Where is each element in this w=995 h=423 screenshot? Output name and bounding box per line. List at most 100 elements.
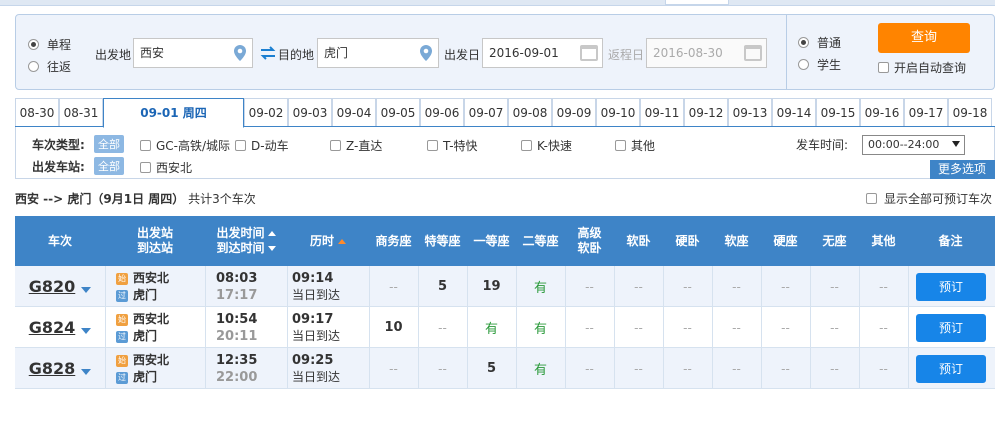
more-options-button[interactable]: 更多选项 bbox=[930, 160, 995, 179]
depart-date-input[interactable]: 2016-09-01 bbox=[482, 38, 603, 68]
from-station-name[interactable]: 西安北 bbox=[133, 311, 169, 328]
date-tab[interactable]: 09-01 周四 bbox=[103, 98, 244, 128]
swap-icon[interactable] bbox=[259, 45, 277, 61]
date-tab[interactable]: 09-12 bbox=[684, 98, 728, 126]
header-duration[interactable]: 历时 bbox=[287, 216, 369, 266]
seat-cell: -- bbox=[663, 307, 712, 348]
other-checkbox[interactable] bbox=[615, 140, 626, 151]
trip-round-option[interactable]: 往返 bbox=[28, 55, 71, 77]
book-button[interactable]: 预订 bbox=[916, 355, 986, 383]
auto-query-option[interactable]: 开启自动查询 bbox=[878, 59, 966, 76]
to-station-name[interactable]: 虎门 bbox=[133, 369, 157, 386]
date-tab[interactable]: 09-11 bbox=[640, 98, 684, 126]
header-arr-time-wrap[interactable]: 到达时间 bbox=[216, 241, 276, 256]
pass-badge-icon: 过 bbox=[116, 371, 128, 384]
gc-checkbox[interactable] bbox=[140, 140, 151, 151]
train-number-link[interactable]: G824 bbox=[29, 318, 76, 337]
date-tab[interactable]: 09-16 bbox=[860, 98, 904, 126]
book-button[interactable]: 预订 bbox=[916, 314, 986, 342]
passenger-student-option[interactable]: 学生 bbox=[798, 53, 841, 75]
all-types-button[interactable]: 全部 bbox=[94, 135, 124, 153]
date-tab[interactable]: 09-10 bbox=[596, 98, 640, 126]
header-seat-label: 一等座 bbox=[473, 233, 510, 248]
calendar-icon[interactable] bbox=[744, 45, 762, 61]
show-all-option[interactable]: 显示全部可预订车次 bbox=[866, 190, 992, 207]
filter-station-xian-north[interactable]: 西安北 bbox=[140, 159, 192, 176]
to-station-name[interactable]: 虎门 bbox=[133, 287, 157, 304]
sort-down-icon[interactable] bbox=[267, 246, 276, 251]
date-tab[interactable]: 09-08 bbox=[508, 98, 552, 126]
from-input[interactable]: 西安 bbox=[133, 38, 253, 68]
date-tab[interactable]: 09-15 bbox=[816, 98, 860, 126]
location-pin-icon[interactable] bbox=[233, 44, 247, 62]
train-number-link[interactable]: G820 bbox=[29, 277, 76, 296]
d-checkbox[interactable] bbox=[235, 140, 246, 151]
date-tab[interactable]: 09-07 bbox=[464, 98, 508, 126]
header-dep-time-wrap[interactable]: 出发时间 bbox=[216, 226, 276, 241]
filter-t[interactable]: T-特快 bbox=[427, 137, 478, 154]
depart-time-select[interactable]: 00:00--24:00 bbox=[862, 135, 965, 155]
z-checkbox[interactable] bbox=[330, 140, 341, 151]
filter-gc[interactable]: GC-高铁/城际 bbox=[140, 137, 230, 154]
from-station: 始西安北 bbox=[116, 311, 169, 328]
header-seat: 二等座 bbox=[516, 216, 565, 266]
filter-z[interactable]: Z-直达 bbox=[330, 137, 382, 154]
chevron-down-icon[interactable] bbox=[81, 327, 92, 334]
auto-query-checkbox[interactable] bbox=[878, 62, 889, 73]
seat-availability: -- bbox=[879, 361, 888, 376]
normal-radio[interactable] bbox=[798, 36, 809, 48]
to-station: 过虎门 bbox=[116, 287, 169, 304]
seat-cell: -- bbox=[614, 307, 663, 348]
arr-time: 17:17 bbox=[216, 288, 258, 303]
return-date-input[interactable]: 2016-08-30 bbox=[646, 38, 767, 68]
book-button[interactable]: 预订 bbox=[916, 273, 986, 301]
column-divider bbox=[908, 348, 909, 389]
header-train-label: 车次 bbox=[47, 233, 72, 248]
pass-badge-icon: 过 bbox=[116, 330, 128, 343]
to-station-name[interactable]: 虎门 bbox=[133, 328, 157, 345]
filter-k[interactable]: K-快速 bbox=[521, 137, 572, 154]
date-tab[interactable]: 09-03 bbox=[288, 98, 332, 126]
from-station-name[interactable]: 西安北 bbox=[133, 270, 169, 287]
date-tab[interactable]: 09-06 bbox=[420, 98, 464, 126]
train-number-link[interactable]: G828 bbox=[29, 359, 76, 378]
seat-cell: 10 bbox=[369, 307, 418, 348]
filter-other[interactable]: 其他 bbox=[615, 137, 655, 154]
header-times[interactable]: 出发时间 到达时间 bbox=[205, 216, 287, 266]
date-tab[interactable]: 09-13 bbox=[728, 98, 772, 126]
chevron-down-icon[interactable] bbox=[81, 286, 92, 293]
student-radio[interactable] bbox=[798, 58, 809, 70]
location-pin-icon[interactable] bbox=[419, 44, 433, 62]
trip-one-way-option[interactable]: 单程 bbox=[28, 33, 71, 55]
t-checkbox[interactable] bbox=[427, 140, 438, 151]
date-tab[interactable]: 09-02 bbox=[244, 98, 288, 126]
date-tab[interactable]: 09-17 bbox=[904, 98, 948, 126]
header-train[interactable]: 车次 bbox=[15, 216, 105, 266]
date-tab[interactable]: 09-05 bbox=[376, 98, 420, 126]
passenger-normal-option[interactable]: 普通 bbox=[798, 31, 841, 53]
seat-availability: -- bbox=[683, 361, 692, 376]
station-checkbox[interactable] bbox=[140, 162, 151, 173]
query-button[interactable]: 查询 bbox=[878, 23, 970, 53]
date-tab[interactable]: 09-18 bbox=[948, 98, 992, 126]
dep-time: 08:03 bbox=[216, 271, 258, 286]
date-tab[interactable]: 08-31 bbox=[59, 98, 103, 126]
seat-cell: -- bbox=[418, 348, 467, 389]
chevron-down-icon[interactable] bbox=[81, 368, 92, 375]
calendar-icon[interactable] bbox=[580, 45, 598, 61]
date-tab[interactable]: 09-04 bbox=[332, 98, 376, 126]
date-tab[interactable]: 09-09 bbox=[552, 98, 596, 126]
from-station-name[interactable]: 西安北 bbox=[133, 352, 169, 369]
sort-up-icon[interactable] bbox=[338, 238, 346, 244]
sort-up-icon[interactable] bbox=[267, 231, 276, 236]
filter-d[interactable]: D-动车 bbox=[235, 137, 289, 154]
date-tab[interactable]: 09-14 bbox=[772, 98, 816, 126]
date-tab[interactable]: 08-30 bbox=[15, 98, 59, 126]
all-stations-button[interactable]: 全部 bbox=[94, 157, 124, 175]
to-input[interactable]: 虎门 bbox=[317, 38, 439, 68]
one-way-radio[interactable] bbox=[28, 38, 39, 50]
show-all-checkbox[interactable] bbox=[866, 193, 877, 204]
k-checkbox[interactable] bbox=[521, 140, 532, 151]
seat-availability: -- bbox=[683, 279, 692, 294]
round-trip-radio[interactable] bbox=[28, 60, 39, 72]
